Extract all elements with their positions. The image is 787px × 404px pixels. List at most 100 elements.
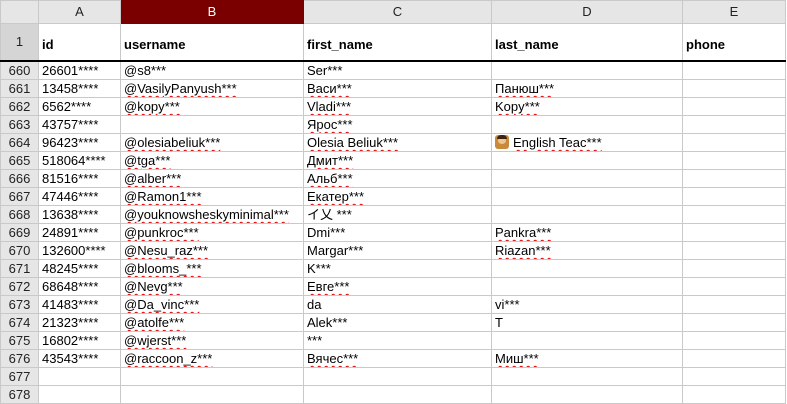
cell-b[interactable]: @raccoon_z*** — [120, 349, 304, 368]
cell-c[interactable]: Margar*** — [303, 241, 492, 260]
row-header[interactable]: 668 — [0, 205, 39, 224]
cell-d[interactable]: Панюш*** — [491, 79, 683, 98]
cell-b[interactable]: @Nevg*** — [120, 277, 304, 296]
cell-b[interactable]: @Nesu_raz*** — [120, 241, 304, 260]
cell-c[interactable]: Евге*** — [303, 277, 492, 296]
cell-a[interactable]: 68648**** — [38, 277, 121, 296]
cell-c[interactable]: イ乂 *** — [303, 205, 492, 224]
cell-b[interactable]: @kopy*** — [120, 97, 304, 116]
cell-c[interactable]: Ярос*** — [303, 115, 492, 134]
cell-d[interactable] — [491, 187, 683, 206]
cell-e[interactable] — [682, 385, 786, 404]
cell-d[interactable] — [491, 151, 683, 170]
cell-e[interactable] — [682, 259, 786, 278]
row-header[interactable]: 665 — [0, 151, 39, 170]
cell-a[interactable]: 132600**** — [38, 241, 121, 260]
cell-b[interactable]: @atolfe*** — [120, 313, 304, 332]
cell-e[interactable] — [682, 277, 786, 296]
cell-d[interactable] — [491, 60, 683, 80]
cell-c1[interactable]: first_name — [303, 23, 492, 62]
cell-d[interactable]: Pankra*** — [491, 223, 683, 242]
cell-c[interactable]: Дмит*** — [303, 151, 492, 170]
cell-d[interactable]: Riazan*** — [491, 241, 683, 260]
cell-d[interactable] — [491, 169, 683, 188]
cell-e[interactable] — [682, 313, 786, 332]
cell-a[interactable]: 43757**** — [38, 115, 121, 134]
cell-b[interactable]: @olesiabeliuk*** — [120, 133, 304, 152]
cell-b[interactable]: @punkroc*** — [120, 223, 304, 242]
cell-e[interactable] — [682, 79, 786, 98]
row-header[interactable]: 677 — [0, 367, 39, 386]
row-header[interactable]: 662 — [0, 97, 39, 116]
row-header[interactable]: 672 — [0, 277, 39, 296]
row-header[interactable]: 676 — [0, 349, 39, 368]
cell-c[interactable]: K*** — [303, 259, 492, 278]
row-header[interactable]: 666 — [0, 169, 39, 188]
row-header[interactable]: 674 — [0, 313, 39, 332]
cell-a[interactable]: 13638**** — [38, 205, 121, 224]
cell-d[interactable] — [491, 331, 683, 350]
cell-d[interactable]: T — [491, 313, 683, 332]
cell-e[interactable] — [682, 133, 786, 152]
row-header[interactable]: 667 — [0, 187, 39, 206]
row-header[interactable]: 663 — [0, 115, 39, 134]
select-all-corner[interactable] — [0, 0, 39, 24]
cell-b[interactable]: @youknowsheskyminimal*** — [120, 205, 304, 224]
column-header-e[interactable]: E — [682, 0, 786, 24]
cell-a1[interactable]: id — [38, 23, 121, 62]
cell-e[interactable] — [682, 115, 786, 134]
cell-e[interactable] — [682, 151, 786, 170]
cell-c[interactable]: Dmi*** — [303, 223, 492, 242]
row-header[interactable]: 675 — [0, 331, 39, 350]
cell-b[interactable]: @wjerst*** — [120, 331, 304, 350]
cell-a[interactable]: 21323**** — [38, 313, 121, 332]
cell-d[interactable] — [491, 259, 683, 278]
cell-b[interactable]: @VasilyPanyush*** — [120, 79, 304, 98]
row-header[interactable]: 661 — [0, 79, 39, 98]
column-header-b[interactable]: B — [120, 0, 304, 24]
cell-d[interactable] — [491, 385, 683, 404]
cell-a[interactable] — [38, 367, 121, 386]
cell-a[interactable]: 43543**** — [38, 349, 121, 368]
cell-e[interactable] — [682, 241, 786, 260]
cell-a[interactable]: 13458**** — [38, 79, 121, 98]
cell-b[interactable] — [120, 385, 304, 404]
cell-b[interactable]: @Ramon1*** — [120, 187, 304, 206]
cell-c[interactable]: Alek*** — [303, 313, 492, 332]
cell-c[interactable]: *** — [303, 331, 492, 350]
cell-d[interactable]: Kopy*** — [491, 97, 683, 116]
cell-a[interactable]: 41483**** — [38, 295, 121, 314]
cell-b[interactable] — [120, 367, 304, 386]
cell-c[interactable]: Альб*** — [303, 169, 492, 188]
row-header-1[interactable]: 1 — [0, 23, 39, 62]
cell-e[interactable] — [682, 349, 786, 368]
cell-d[interactable] — [491, 367, 683, 386]
row-header[interactable]: 673 — [0, 295, 39, 314]
cell-b[interactable] — [120, 115, 304, 134]
cell-e[interactable] — [682, 367, 786, 386]
cell-c[interactable]: Васи*** — [303, 79, 492, 98]
cell-e[interactable] — [682, 223, 786, 242]
cell-b[interactable]: @Da_vinc*** — [120, 295, 304, 314]
row-header[interactable]: 669 — [0, 223, 39, 242]
cell-e1[interactable]: phone — [682, 23, 786, 62]
cell-b1[interactable]: username — [120, 23, 304, 62]
cell-c[interactable]: Вячес*** — [303, 349, 492, 368]
cell-d[interactable] — [491, 115, 683, 134]
cell-b[interactable]: @blooms_*** — [120, 259, 304, 278]
cell-e[interactable] — [682, 169, 786, 188]
cell-a[interactable]: 24891**** — [38, 223, 121, 242]
cell-e[interactable] — [682, 331, 786, 350]
cell-d[interactable] — [491, 205, 683, 224]
column-header-d[interactable]: D — [491, 0, 683, 24]
row-header[interactable]: 664 — [0, 133, 39, 152]
cell-c[interactable]: Екатер*** — [303, 187, 492, 206]
column-header-c[interactable]: C — [303, 0, 492, 24]
cell-e[interactable] — [682, 60, 786, 80]
row-header[interactable]: 660 — [0, 60, 39, 80]
cell-b[interactable]: @s8*** — [120, 60, 304, 80]
cell-d[interactable] — [491, 277, 683, 296]
row-header[interactable]: 671 — [0, 259, 39, 278]
cell-c[interactable] — [303, 367, 492, 386]
cell-b[interactable]: @alber*** — [120, 169, 304, 188]
